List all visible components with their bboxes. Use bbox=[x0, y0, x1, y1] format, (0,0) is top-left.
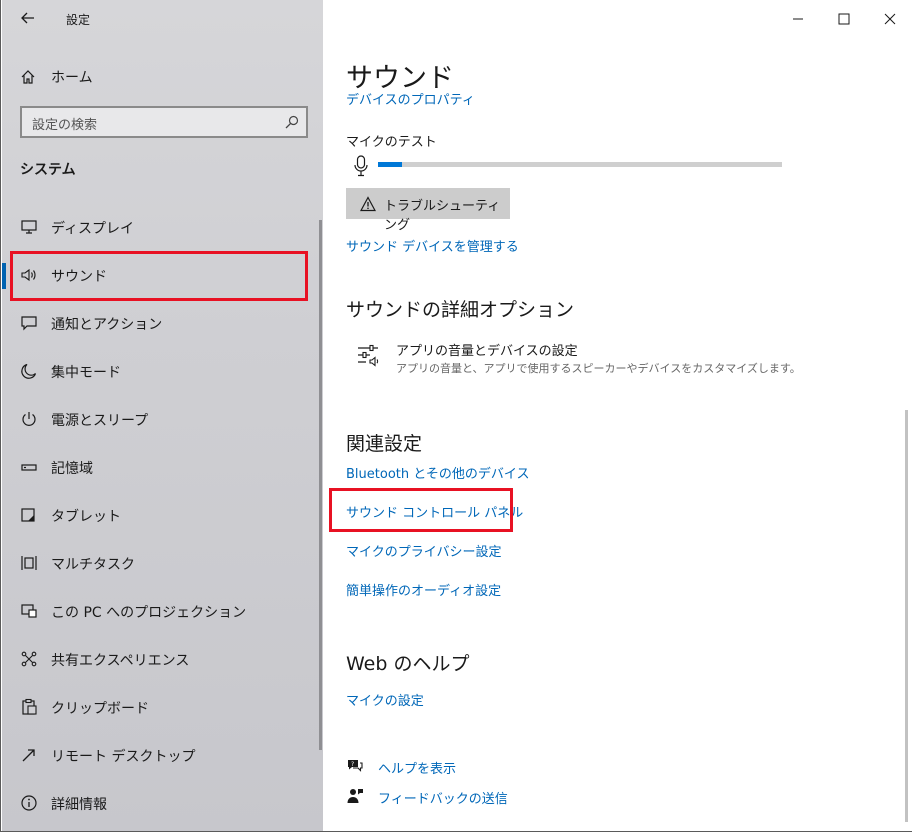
multitask-icon bbox=[21, 556, 37, 570]
sidebar-item-multitask[interactable]: マルチタスク bbox=[2, 540, 323, 588]
highlight-box-sound bbox=[10, 251, 308, 301]
sidebar-item-label: クリップボード bbox=[51, 701, 149, 717]
sidebar-section-title: システム bbox=[20, 162, 76, 178]
related-settings-heading: 関連設定 bbox=[346, 433, 423, 455]
window-controls bbox=[775, 0, 912, 38]
back-button[interactable] bbox=[14, 6, 42, 30]
feedback-icon bbox=[347, 789, 363, 803]
minimize-button[interactable] bbox=[775, 0, 821, 38]
sidebar-item-label: ディスプレイ bbox=[51, 221, 135, 237]
projection-icon bbox=[21, 604, 37, 618]
share-icon bbox=[21, 651, 37, 667]
mic-privacy-link[interactable]: マイクのプライバシー設定 bbox=[346, 541, 501, 560]
sidebar-item-clipboard[interactable]: クリップボード bbox=[2, 684, 323, 732]
app-title: 設定 bbox=[66, 13, 91, 27]
app-volume-description: アプリの音量と、アプリで使用するスピーカーやデバイスをカスタマイズします。 bbox=[396, 362, 801, 375]
sidebar-item-tablet[interactable]: タブレット bbox=[2, 492, 323, 540]
notification-icon bbox=[21, 316, 37, 331]
mic-level-fill bbox=[378, 162, 403, 167]
main-content: サウンド デバイスのプロパティ マイクのテスト トラブルシューティング サウンド… bbox=[323, 0, 912, 831]
sliders-speaker-icon bbox=[358, 344, 379, 367]
sidebar-item-label: 集中モード bbox=[51, 365, 121, 381]
troubleshoot-button[interactable]: トラブルシューティング bbox=[346, 188, 510, 233]
device-properties-link[interactable]: デバイスのプロパティ bbox=[346, 93, 546, 107]
tablet-icon bbox=[21, 508, 35, 522]
get-help-link[interactable]: ? ヘルプを表示 bbox=[346, 756, 546, 778]
warning-icon bbox=[360, 196, 376, 212]
close-button[interactable] bbox=[867, 0, 912, 38]
microphone-icon bbox=[354, 155, 368, 177]
send-feedback-link[interactable]: フィードバックの送信 bbox=[346, 786, 546, 808]
device-properties-link-label: デバイスのプロパティ bbox=[346, 93, 475, 107]
sidebar-item-label: この PC へのプロジェクション bbox=[51, 605, 247, 621]
main-scrollbar[interactable] bbox=[905, 410, 908, 822]
manage-sound-devices-link[interactable]: サウンド デバイスを管理する bbox=[346, 236, 519, 255]
titlebar-left: 設定 bbox=[2, 0, 323, 38]
minimize-icon bbox=[793, 18, 803, 20]
home-icon bbox=[21, 70, 35, 84]
audio-accessibility-link[interactable]: 簡単操作のオーディオ設定 bbox=[346, 580, 501, 599]
sidebar-item-about[interactable]: 詳細情報 bbox=[2, 780, 323, 828]
sidebar-item-focus[interactable]: 集中モード bbox=[2, 348, 323, 396]
search-input[interactable]: 設定の検索 bbox=[20, 106, 308, 138]
bluetooth-devices-link[interactable]: Bluetooth とその他のデバイス bbox=[346, 463, 529, 482]
sidebar-item-notifications[interactable]: 通知とアクション bbox=[2, 300, 323, 348]
svg-text:?: ? bbox=[351, 761, 354, 768]
get-help-label: ヘルプを表示 bbox=[378, 762, 457, 777]
maximize-icon bbox=[838, 13, 850, 25]
sidebar-item-display[interactable]: ディスプレイ bbox=[2, 204, 323, 252]
power-icon bbox=[22, 412, 36, 426]
close-icon bbox=[884, 13, 896, 25]
web-help-heading: Web のヘルプ bbox=[346, 653, 470, 675]
sidebar-home[interactable]: ホーム bbox=[2, 60, 323, 94]
advanced-options-heading: サウンドの詳細オプション bbox=[346, 299, 575, 321]
sidebar-item-label: 共有エクスペリエンス bbox=[51, 653, 190, 669]
page-title: サウンド bbox=[346, 63, 454, 94]
search-placeholder: 設定の検索 bbox=[32, 118, 98, 133]
sidebar-item-label: 電源とスリープ bbox=[51, 413, 149, 429]
remote-desktop-icon bbox=[22, 749, 35, 762]
sidebar: 設定 ホーム 設定の検索 システム ディスプレイ サウンド 通知とアクション 集… bbox=[2, 0, 323, 831]
sidebar-item-projection[interactable]: この PC へのプロジェクション bbox=[2, 588, 323, 636]
sidebar-item-label: マルチタスク bbox=[51, 557, 135, 573]
app-volume-settings[interactable]: アプリの音量とデバイスの設定 アプリの音量と、アプリで使用するスピーカーやデバイ… bbox=[356, 340, 876, 380]
app-volume-title: アプリの音量とデバイスの設定 bbox=[396, 344, 578, 359]
search-icon bbox=[285, 115, 299, 129]
sidebar-item-power[interactable]: 電源とスリープ bbox=[2, 396, 323, 444]
send-feedback-label: フィードバックの送信 bbox=[378, 792, 508, 807]
selected-indicator bbox=[2, 263, 6, 289]
sidebar-item-shared[interactable]: 共有エクスペリエンス bbox=[2, 636, 323, 684]
sidebar-item-label: 詳細情報 bbox=[51, 797, 107, 813]
moon-icon bbox=[21, 363, 37, 379]
maximize-button[interactable] bbox=[821, 0, 867, 38]
highlight-box-control-panel bbox=[329, 488, 513, 532]
sidebar-scrollbar[interactable] bbox=[319, 220, 322, 750]
settings-window: 設定 ホーム 設定の検索 システム ディスプレイ サウンド 通知とアクション 集… bbox=[0, 0, 912, 832]
storage-icon bbox=[21, 464, 37, 471]
mic-test-label: マイクのテスト bbox=[346, 135, 437, 150]
help-chat-icon: ? bbox=[348, 760, 363, 772]
sidebar-item-label: 記憶域 bbox=[51, 461, 93, 477]
mic-setup-link[interactable]: マイクの設定 bbox=[346, 690, 424, 709]
clipboard-icon bbox=[22, 698, 37, 715]
monitor-icon bbox=[21, 220, 37, 234]
sidebar-home-label: ホーム bbox=[51, 70, 93, 86]
info-icon bbox=[21, 795, 37, 811]
troubleshoot-label: トラブルシューティング bbox=[384, 199, 501, 233]
sidebar-item-label: 通知とアクション bbox=[51, 317, 163, 333]
mic-level-meter bbox=[378, 162, 782, 167]
back-arrow-icon bbox=[21, 12, 34, 24]
sidebar-item-remote-desktop[interactable]: リモート デスクトップ bbox=[2, 732, 323, 780]
sidebar-item-label: タブレット bbox=[51, 509, 121, 525]
sidebar-item-storage[interactable]: 記憶域 bbox=[2, 444, 323, 492]
sidebar-item-label: リモート デスクトップ bbox=[51, 749, 196, 765]
